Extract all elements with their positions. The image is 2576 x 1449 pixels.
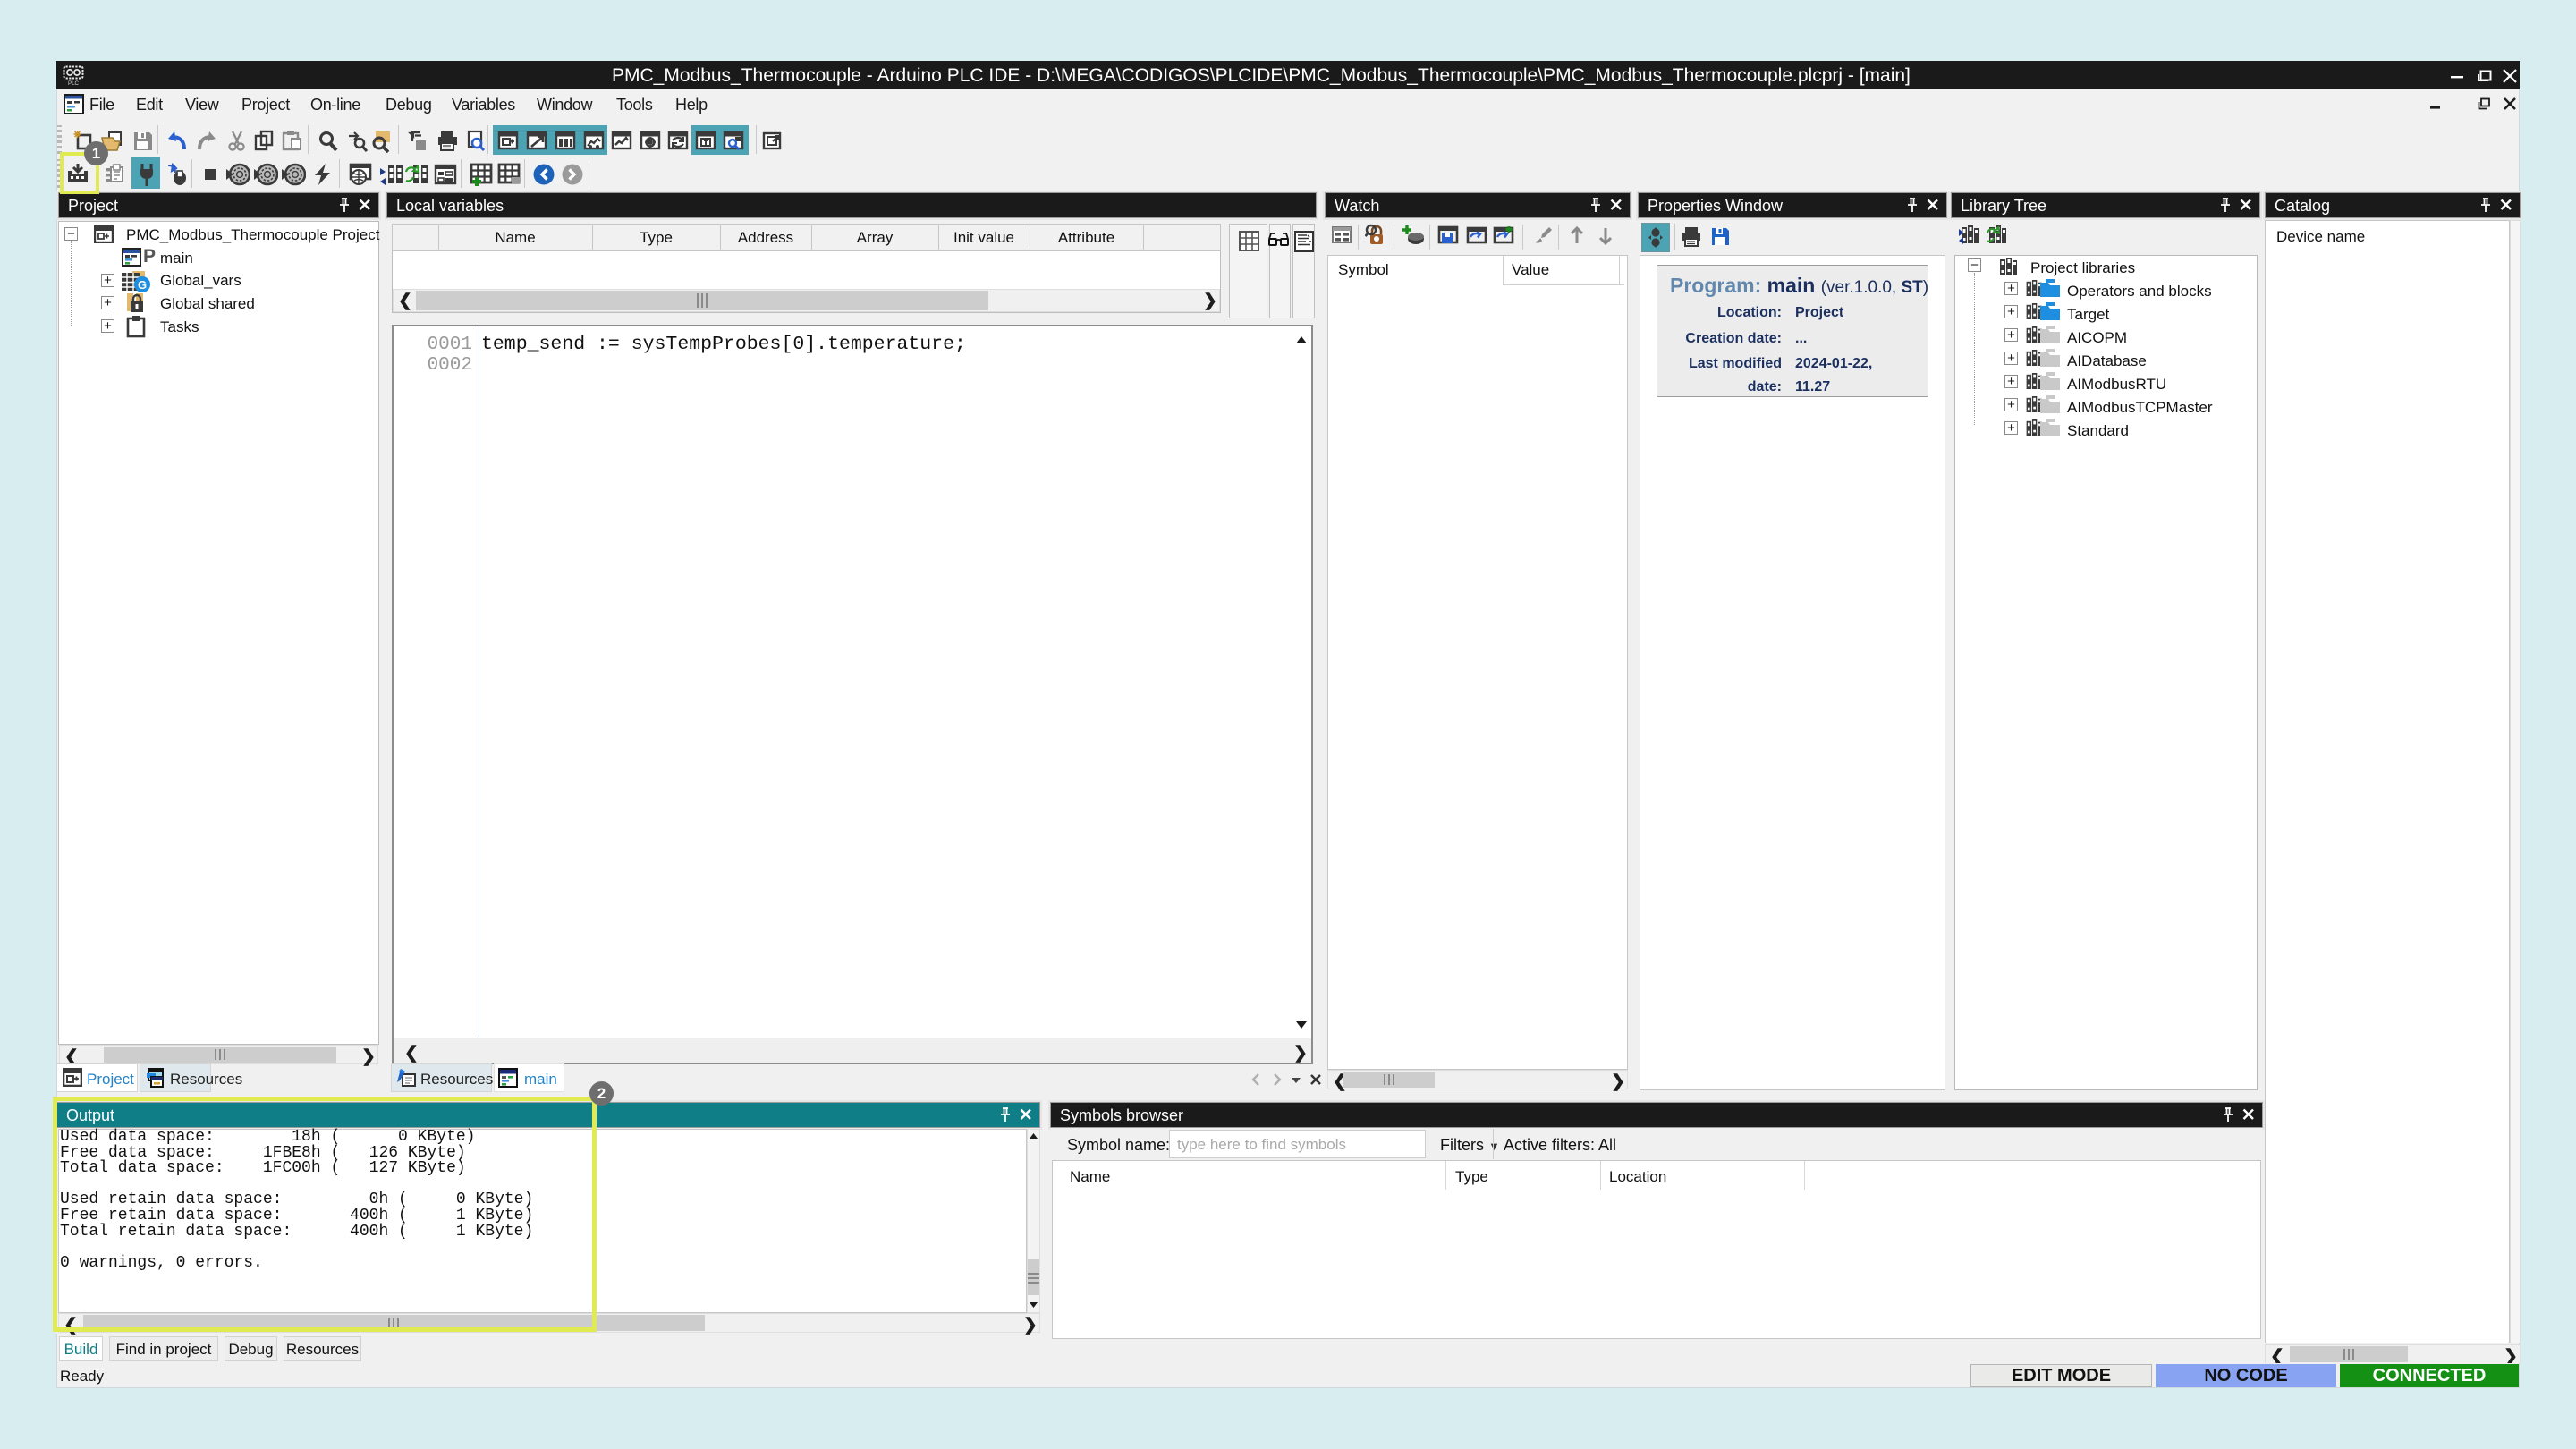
svg-text:PLC: PLC bbox=[68, 80, 80, 86]
svg-text:I: I bbox=[705, 139, 708, 148]
svg-text:G: G bbox=[138, 278, 147, 292]
